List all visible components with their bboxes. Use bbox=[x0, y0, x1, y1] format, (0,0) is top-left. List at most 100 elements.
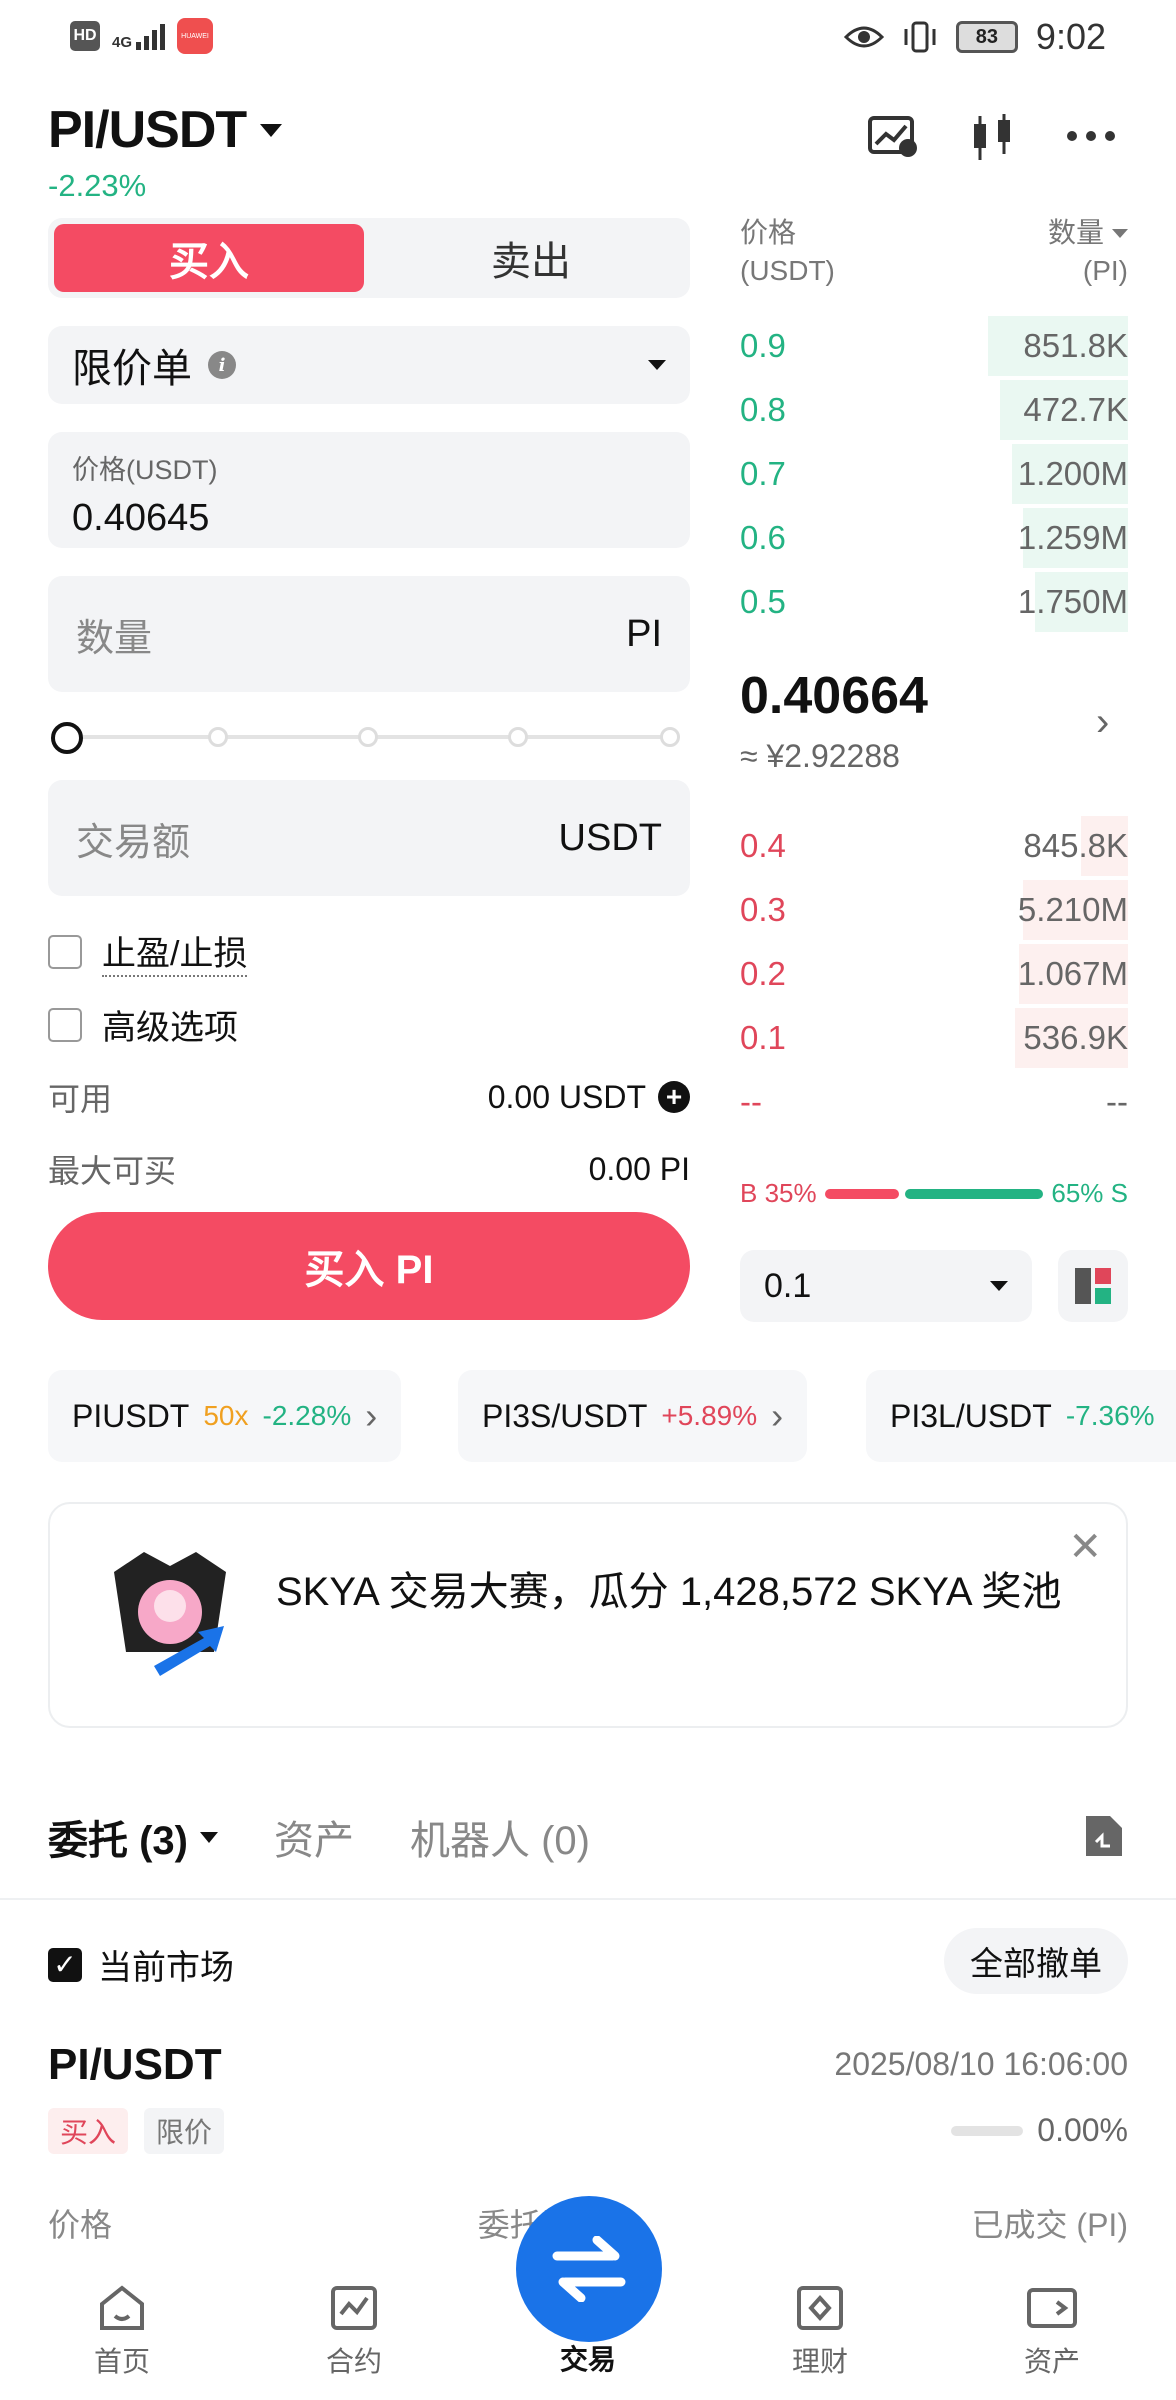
slider-thumb[interactable] bbox=[51, 722, 83, 754]
status-bar-right: 83 9:02 bbox=[843, 16, 1106, 58]
nav-trade[interactable]: 交易 bbox=[518, 2338, 658, 2378]
slider-stop-50[interactable] bbox=[358, 727, 378, 747]
close-icon[interactable]: ✕ bbox=[1068, 1524, 1102, 1570]
ask-row[interactable]: 0.8 472.7K bbox=[740, 380, 1128, 440]
buy-ratio-label: B 35% bbox=[740, 1178, 817, 1208]
ask-quantity: 1.259M bbox=[1017, 519, 1128, 556]
buy-sell-toggle: 买入 卖出 bbox=[48, 218, 690, 298]
pair-selector[interactable]: PI/USDT bbox=[48, 100, 283, 160]
candlestick-icon[interactable] bbox=[968, 112, 1016, 160]
chip-change: +5.89% bbox=[661, 1400, 758, 1431]
order-history-icon[interactable] bbox=[1082, 1812, 1126, 1860]
fill-percent: 0.00% bbox=[1037, 2112, 1128, 2148]
status-bar-left: HD 4G HUAWEI bbox=[70, 18, 214, 54]
nav-futures[interactable]: 合约 bbox=[284, 2284, 424, 2380]
network-type: 4G bbox=[112, 34, 133, 51]
bid-row[interactable]: 0.1 536.9K bbox=[740, 1008, 1128, 1068]
chart-settings-icon[interactable] bbox=[868, 114, 918, 158]
tab-sell[interactable]: 卖出 bbox=[378, 224, 684, 292]
bid-row[interactable]: 0.3 5.210M bbox=[740, 880, 1128, 940]
price-header-unit: (USDT) bbox=[740, 255, 835, 286]
more-icon[interactable] bbox=[1066, 130, 1116, 142]
ask-row[interactable]: 0.6 1.259M bbox=[740, 508, 1128, 568]
quantity-field[interactable]: 数量 PI bbox=[48, 576, 690, 692]
chip-change: -2.28% bbox=[262, 1400, 352, 1431]
amount-placeholder: 交易额 bbox=[76, 821, 191, 864]
market-chip-pi3s[interactable]: PI3S/USDT +5.89% › bbox=[458, 1370, 808, 1462]
nav-home[interactable]: 首页 bbox=[52, 2284, 192, 2380]
add-funds-icon[interactable]: + bbox=[658, 1081, 690, 1113]
advanced-checkbox[interactable] bbox=[48, 1007, 82, 1042]
tab-buy[interactable]: 买入 bbox=[54, 224, 364, 292]
header-actions bbox=[868, 112, 1116, 160]
chip-name: PI3S/USDT bbox=[482, 1397, 648, 1434]
fill-progress-bar bbox=[951, 2125, 1024, 2136]
current-market-filter[interactable]: ✓ 当前市场 bbox=[48, 1940, 234, 1989]
market-chip-piusdt[interactable]: PIUSDT 50x -2.28% › bbox=[48, 1370, 402, 1462]
tab-orders-label: 委托 (3) bbox=[48, 1819, 188, 1863]
bid-price: 0.2 bbox=[740, 955, 786, 992]
finance-icon bbox=[797, 2286, 843, 2330]
price-label: 价格(USDT) bbox=[72, 455, 218, 485]
col-filled: 已成交 (PI) bbox=[971, 2207, 1128, 2243]
nav-home-label: 首页 bbox=[93, 2346, 150, 2377]
ask-quantity: 1.750M bbox=[1017, 583, 1128, 620]
clock: 9:02 bbox=[1035, 16, 1106, 57]
amount-field[interactable]: 交易额 USDT bbox=[48, 780, 690, 896]
order-type-select[interactable]: 限价单 i bbox=[48, 326, 690, 404]
chip-name: PI3L/USDT bbox=[890, 1397, 1052, 1434]
last-price[interactable]: 0.40664 bbox=[740, 666, 928, 726]
slider-stop-100[interactable] bbox=[660, 727, 680, 747]
buy-button[interactable]: 买入 PI bbox=[48, 1212, 690, 1320]
advanced-option[interactable]: 高级选项 bbox=[48, 1000, 238, 1049]
ask-quantity: 851.8K bbox=[1023, 327, 1128, 364]
percent-slider[interactable] bbox=[48, 722, 690, 754]
tab-assets[interactable]: 资产 bbox=[274, 1808, 354, 1866]
signal-icon: 4G bbox=[112, 22, 166, 51]
promo-banner[interactable]: SKYA 交易大赛，瓜分 1,428,572 SKYA 奖池 ✕ bbox=[48, 1502, 1128, 1728]
price-input[interactable]: 0.40645 bbox=[72, 497, 666, 540]
ask-row[interactable]: 0.5 1.750M bbox=[740, 572, 1128, 632]
quantity-header-unit: (PI) bbox=[1082, 255, 1128, 286]
tp-sl-checkbox[interactable] bbox=[48, 934, 82, 969]
trade-fab-button[interactable] bbox=[516, 2196, 662, 2342]
tp-sl-label[interactable]: 止盈/止损 bbox=[102, 926, 248, 977]
ask-price: 0.7 bbox=[740, 455, 786, 492]
price-field[interactable]: 价格(USDT) 0.40645 bbox=[48, 432, 690, 548]
bid-row[interactable]: -- -- bbox=[740, 1072, 1128, 1132]
depth-value: 0.1 bbox=[764, 1266, 812, 1305]
battery-icon: 83 bbox=[955, 21, 1018, 53]
slider-stop-25[interactable] bbox=[208, 727, 228, 747]
tab-orders[interactable]: 委托 (3) bbox=[48, 1808, 218, 1866]
order-side-tag: 买入 bbox=[48, 2108, 129, 2154]
market-chip-pi3l[interactable]: PI3L/USDT -7.36% bbox=[866, 1370, 1176, 1462]
nav-assets[interactable]: 资产 bbox=[982, 2284, 1122, 2380]
ask-row[interactable]: 0.7 1.200M bbox=[740, 444, 1128, 504]
buy-ratio-bar bbox=[824, 1188, 900, 1199]
current-market-checkbox[interactable]: ✓ bbox=[48, 1947, 82, 1982]
tab-bots[interactable]: 机器人 (0) bbox=[410, 1808, 590, 1866]
book-layout-button[interactable] bbox=[1058, 1250, 1128, 1322]
bid-row[interactable]: 0.4 845.8K bbox=[740, 816, 1128, 876]
bid-price: 0.3 bbox=[740, 891, 786, 928]
bid-quantity: 536.9K bbox=[1023, 1019, 1128, 1056]
cancel-all-button[interactable]: 全部撤单 bbox=[944, 1928, 1128, 1994]
ask-price: 0.5 bbox=[740, 583, 786, 620]
chevron-right-icon[interactable]: › bbox=[1096, 700, 1109, 745]
tp-sl-option[interactable]: 止盈/止损 bbox=[48, 926, 248, 977]
amount-unit: USDT bbox=[558, 816, 662, 859]
nav-finance[interactable]: 理财 bbox=[750, 2284, 890, 2380]
pair-change: -2.23% bbox=[48, 168, 147, 203]
wallet-icon bbox=[1027, 2288, 1077, 2328]
ask-price: 0.8 bbox=[740, 391, 786, 428]
chip-leverage: 50x bbox=[203, 1400, 249, 1431]
depth-select[interactable]: 0.1 bbox=[740, 1250, 1032, 1322]
banner-text: SKYA 交易大赛，瓜分 1,428,572 SKYA 奖池 bbox=[276, 1570, 1062, 1614]
bid-row[interactable]: 0.2 1.067M bbox=[740, 944, 1128, 1004]
order-pair[interactable]: PI/USDT bbox=[48, 2040, 222, 2090]
slider-stop-75[interactable] bbox=[508, 727, 528, 747]
info-icon[interactable]: i bbox=[208, 351, 236, 379]
ask-row[interactable]: 0.9 851.8K bbox=[740, 316, 1128, 376]
quantity-header-toggle[interactable]: 数量 bbox=[1048, 214, 1128, 252]
ask-price: 0.9 bbox=[740, 327, 786, 364]
